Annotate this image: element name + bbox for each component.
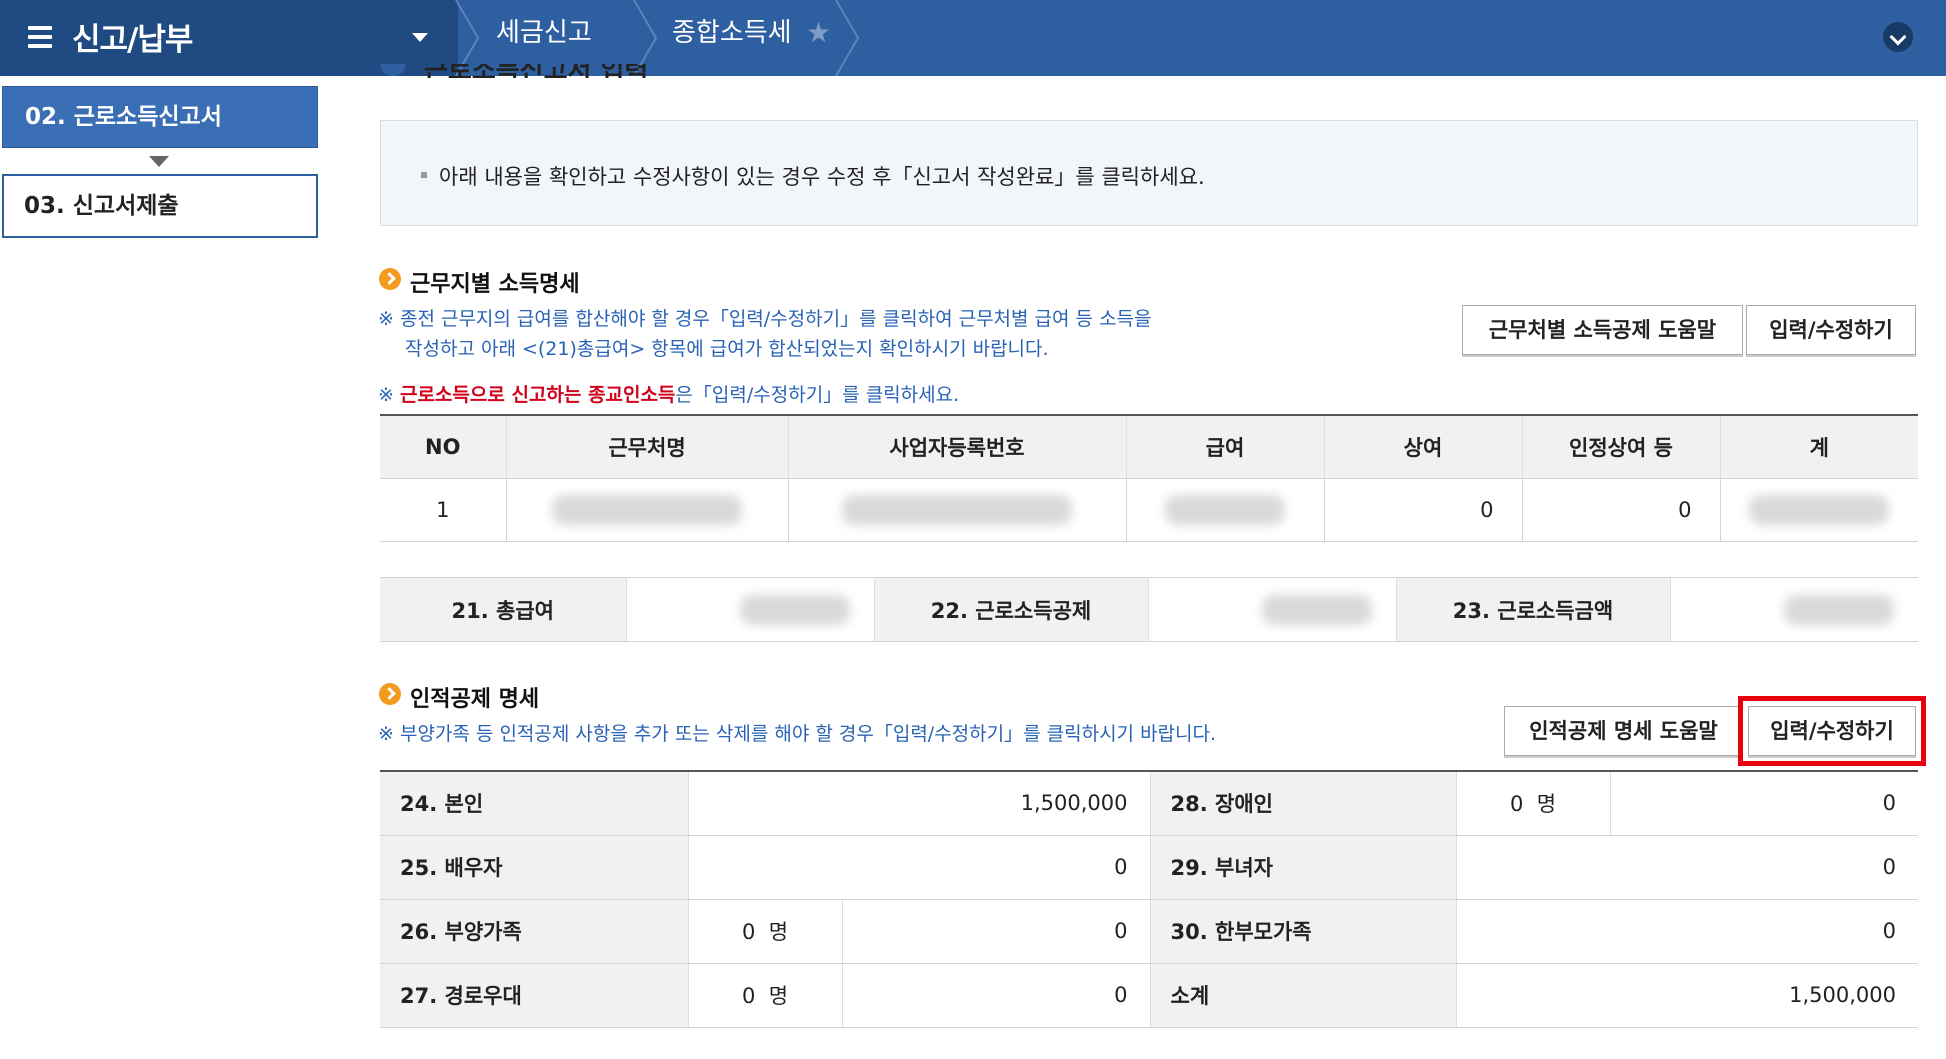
favorite-star-icon[interactable]: ★	[806, 16, 831, 49]
column-header: 계	[1719, 415, 1918, 479]
self-deduction-label: 24. 본인	[380, 771, 688, 836]
elderly-deduction-label: 27. 경로우대	[380, 963, 688, 1028]
column-header: NO	[380, 415, 506, 479]
hamburger-menu-icon[interactable]	[28, 26, 52, 48]
bullet-icon	[421, 172, 427, 178]
personal-deduction-note: ※ 부양가족 등 인적공제 사항을 추가 또는 삭제를 해야 할 경우「입력/수…	[378, 723, 1217, 745]
chevron-down-icon[interactable]	[412, 33, 428, 42]
column-header: 사업자등록번호	[787, 415, 1126, 479]
table-row: 27. 경로우대 0 명 0 소계 1,500,000	[380, 963, 1919, 1028]
sidebar-step-report-submit[interactable]: 03. 신고서제출	[2, 174, 318, 238]
income-table: NO 근무처명 사업자등록번호 급여 상여 인정상여 등 계 1 0 0	[380, 414, 1918, 542]
disabled-deduction-label: 28. 장애인	[1149, 771, 1457, 836]
elderly-count: 0 명	[687, 963, 842, 1028]
breadcrumb-item-comprehensive-income-tax[interactable]: 종합소득세	[672, 0, 792, 76]
redacted-total-salary	[625, 577, 874, 642]
column-header: 상여	[1323, 415, 1522, 479]
single-parent-deduction-label: 30. 한부모가족	[1149, 899, 1457, 964]
redacted-earned-income-amount	[1669, 577, 1918, 642]
table-row: 25. 배우자 0 29. 부녀자 0	[380, 835, 1919, 900]
column-header: 근무처명	[505, 415, 788, 479]
income-summary-table: 21. 총급여 22. 근로소득공제 23. 근로소득금액	[380, 577, 1918, 642]
total-salary-label: 21. 총급여	[380, 577, 626, 642]
table-header-row: NO 근무처명 사업자등록번호 급여 상여 인정상여 등 계	[380, 415, 1918, 479]
bonus-value: 0	[1323, 478, 1522, 542]
earned-income-amount-label: 23. 근로소득금액	[1395, 577, 1670, 642]
personal-deduction-help-button[interactable]: 인적공제 명세 도움말	[1504, 706, 1743, 756]
table-row: 21. 총급여 22. 근로소득공제 23. 근로소득금액	[380, 577, 1918, 642]
recognized-bonus-value: 0	[1521, 478, 1720, 542]
column-header: 인정상여 등	[1521, 415, 1720, 479]
redacted-workplace-name	[505, 478, 788, 542]
spouse-deduction-label: 25. 배우자	[380, 835, 688, 900]
section-arrow-icon	[379, 683, 401, 705]
subtotal-value: 1,500,000	[1455, 963, 1919, 1028]
info-notice-box: 아래 내용을 확인하고 수정사항이 있는 경우 수정 후「신고서 작성완료」를 …	[380, 120, 1918, 226]
religious-income-note: ※ 근로소득으로 신고하는 종교인소득은「입력/수정하기」를 클릭하세요.	[378, 384, 960, 406]
top-navigation-bar: 신고/납부 세금신고 종합소득세 ★	[0, 0, 1946, 76]
table-row: 24. 본인 1,500,000 28. 장애인 0 명 0	[380, 771, 1919, 836]
redacted-business-number	[787, 478, 1126, 542]
disabled-deduction-value: 0	[1609, 771, 1919, 836]
section-title-partial: 근로소득신고서 입력	[380, 64, 680, 78]
earned-income-deduction-label: 22. 근로소득공제	[873, 577, 1148, 642]
income-note-line1: ※ 종전 근무지의 급여를 합산해야 할 경우「입력/수정하기」를 클릭하여 근…	[378, 308, 1152, 330]
redacted-earned-income-deduction	[1147, 577, 1396, 642]
personal-deduction-section-title: 인적공제 명세	[410, 687, 540, 712]
redacted-total	[1719, 478, 1918, 542]
section-arrow-icon	[379, 268, 401, 290]
woman-deduction-label: 29. 부녀자	[1149, 835, 1457, 900]
spouse-deduction-value: 0	[687, 835, 1151, 900]
sidebar-step-income-report[interactable]: 02. 근로소득신고서	[2, 86, 318, 148]
row-number: 1	[380, 478, 506, 542]
step-down-arrow-icon	[149, 156, 169, 167]
table-row: 1 0 0	[380, 478, 1918, 542]
self-deduction-value: 1,500,000	[687, 771, 1151, 836]
income-section-title: 근무지별 소득명세	[410, 272, 580, 297]
income-help-button[interactable]: 근무처별 소득공제 도움말	[1462, 305, 1743, 355]
dependents-count: 0 명	[687, 899, 842, 964]
collapse-toggle-button[interactable]	[1883, 22, 1913, 52]
table-row: 26. 부양가족 0 명 0 30. 한부모가족 0	[380, 899, 1919, 964]
dependents-deduction-value: 0	[841, 899, 1151, 964]
app-title[interactable]: 신고/납부	[72, 14, 193, 59]
single-parent-deduction-value: 0	[1455, 899, 1919, 964]
income-edit-button[interactable]: 입력/수정하기	[1746, 305, 1916, 355]
redacted-salary	[1125, 478, 1324, 542]
info-notice-text: 아래 내용을 확인하고 수정사항이 있는 경우 수정 후「신고서 작성완료」를 …	[439, 165, 1205, 189]
section-bullet-icon	[380, 64, 406, 76]
woman-deduction-value: 0	[1455, 835, 1919, 900]
dependents-deduction-label: 26. 부양가족	[380, 899, 688, 964]
column-header: 급여	[1125, 415, 1324, 479]
disabled-count: 0 명	[1455, 771, 1611, 836]
breadcrumb-separator-icon	[835, 0, 860, 76]
religious-income-highlight: 근로소득으로 신고하는 종교인소득	[399, 384, 676, 406]
personal-deduction-edit-button[interactable]: 입력/수정하기	[1738, 696, 1926, 766]
income-note-line2: 작성하고 아래 <(21)총급여> 항목에 급여가 합산되었는지 확인하시기 바…	[405, 338, 1049, 360]
personal-deduction-table: 24. 본인 1,500,000 28. 장애인 0 명 0 25. 배우자 0…	[380, 770, 1919, 1028]
elderly-deduction-value: 0	[841, 963, 1151, 1028]
subtotal-label: 소계	[1149, 963, 1457, 1028]
